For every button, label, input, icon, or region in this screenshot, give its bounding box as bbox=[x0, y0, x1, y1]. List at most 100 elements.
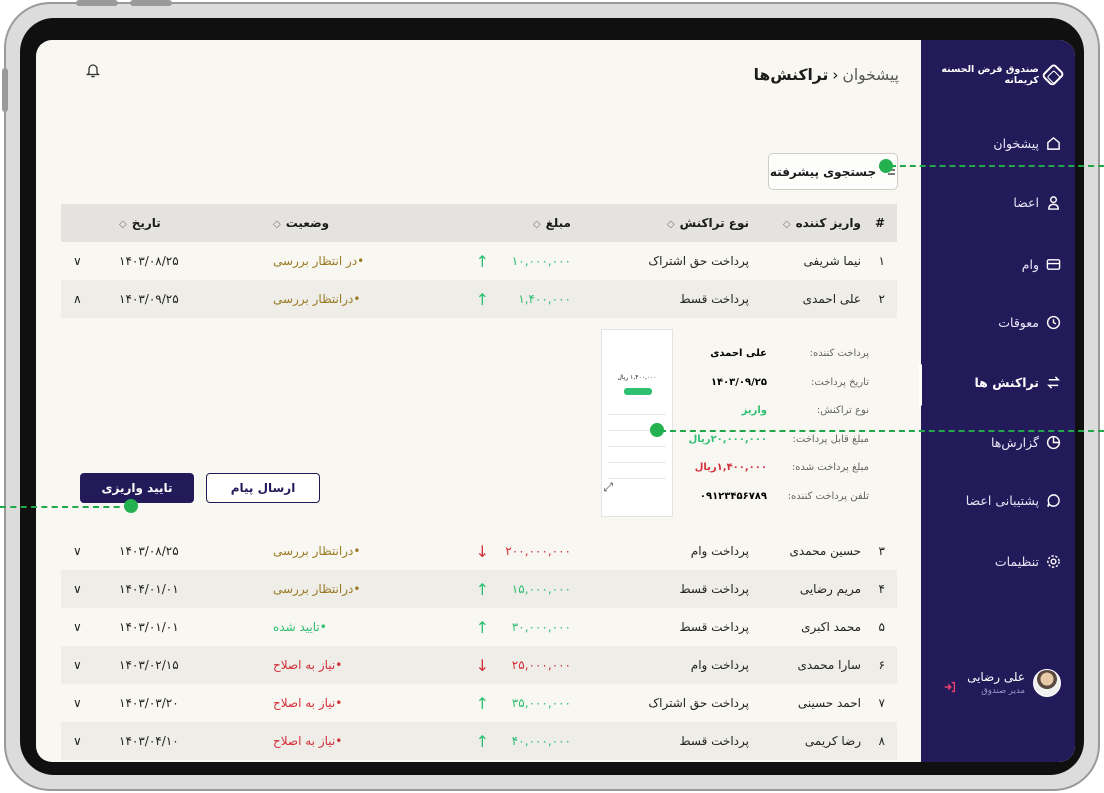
cell-date: ۱۴۰۳/۰۲/۱۵ bbox=[119, 658, 179, 672]
header-label: تاریخ bbox=[131, 216, 161, 230]
annotation-dot bbox=[879, 159, 893, 173]
cell-type: پرداخت قسط bbox=[679, 582, 750, 596]
cell-payer: مریم رضایی bbox=[799, 582, 861, 596]
annotation-dot bbox=[124, 499, 138, 513]
table-row[interactable]: ۴ مریم رضایی پرداخت قسط ۱۵,۰۰۰,۰۰۰ ↑ •در… bbox=[61, 570, 897, 608]
receipt-divider bbox=[608, 414, 666, 415]
cell-amount: ۳۵,۰۰۰,۰۰۰ bbox=[511, 696, 571, 710]
table-row[interactable]: ۱ نیما شریفی پرداخت حق اشتراک ۱۰,۰۰۰,۰۰۰… bbox=[61, 242, 897, 280]
chevron-down-icon[interactable]: ∨ bbox=[61, 582, 107, 596]
sidebar-item-support[interactable]: پشتیبانی اعضا bbox=[966, 492, 1061, 508]
sidebar-item-settings[interactable]: تنظیمات bbox=[995, 553, 1061, 569]
detail-payer: علی احمدی bbox=[710, 348, 767, 359]
cell-amount: ۱,۴۰۰,۰۰۰ bbox=[518, 292, 571, 306]
cell-amount: ۱۰,۰۰۰,۰۰۰ bbox=[511, 254, 571, 268]
sidebar-item-label: معوقات bbox=[998, 314, 1039, 330]
header-type[interactable]: نوع تراکنش ◇ bbox=[571, 216, 749, 230]
cell-type: پرداخت حق اشتراک bbox=[648, 254, 749, 268]
clock-icon bbox=[1045, 314, 1061, 330]
sidebar-item-members[interactable]: اعضا bbox=[1013, 194, 1061, 210]
cell-num: ۷ bbox=[878, 696, 885, 710]
sidebar-item-overdue[interactable]: معوقات bbox=[998, 314, 1061, 330]
sort-icon: ◇ bbox=[119, 219, 127, 230]
sidebar-item-loans[interactable]: وام bbox=[1022, 256, 1061, 272]
confirm-deposit-button[interactable]: تایید واریزی bbox=[80, 473, 194, 503]
header-payer[interactable]: واریز کننده ◇ bbox=[749, 216, 869, 230]
table-header: # واریز کننده◇ نوع تراکنش◇ مبلغ◇ وضعیت◇ … bbox=[61, 204, 897, 242]
status-badge: •درانتظار بررسی bbox=[273, 292, 361, 306]
cell-num: ۳ bbox=[878, 544, 885, 558]
cell-amount: ۴۰,۰۰۰,۰۰۰ bbox=[511, 734, 571, 748]
pie-chart-icon bbox=[1045, 434, 1061, 450]
sidebar-item-label: پشتیبانی اعضا bbox=[965, 492, 1039, 508]
table-row[interactable]: ۸ رضا کریمی پرداخت قسط ۴۰,۰۰۰,۰۰۰ ↑ •نیا… bbox=[61, 722, 897, 760]
chevron-down-icon[interactable]: ∨ bbox=[61, 658, 107, 672]
cell-date: ۱۴۰۳/۰۴/۱۰ bbox=[119, 734, 179, 748]
cell-date: ۱۴۰۳/۰۹/۲۵ bbox=[119, 292, 179, 306]
transfer-icon bbox=[1045, 374, 1061, 390]
page-title: تراکنش‌ها bbox=[753, 66, 829, 84]
home-icon bbox=[1045, 135, 1061, 151]
table-row[interactable]: ۷ احمد حسینی پرداخت حق اشتراک ۳۵,۰۰۰,۰۰۰… bbox=[61, 684, 897, 722]
cell-date: ۱۴۰۳/۰۸/۲۵ bbox=[119, 254, 179, 268]
arrow-up-icon: ↑ bbox=[475, 731, 489, 751]
detail-label: تاریخ پرداخت: bbox=[811, 376, 869, 388]
chevron-down-icon[interactable]: ∨ bbox=[61, 620, 107, 634]
cell-amount: ۲۵,۰۰۰,۰۰۰ bbox=[511, 658, 571, 672]
cell-date: ۱۴۰۳/۰۳/۲۰ bbox=[119, 696, 179, 710]
bell-icon[interactable] bbox=[85, 62, 101, 78]
table-row[interactable]: ۲ علی احمدی پرداخت قسط ۱,۴۰۰,۰۰۰ ↑ •دران… bbox=[61, 280, 897, 318]
expand-icon[interactable]: ⤢ bbox=[603, 480, 613, 495]
advanced-search-button[interactable]: جستجوی پیشرفته bbox=[768, 153, 898, 190]
sidebar-item-label: تنظیمات bbox=[994, 553, 1039, 569]
send-message-button[interactable]: ارسال پیام bbox=[206, 473, 320, 503]
sidebar-item-label: پیشخوان bbox=[993, 135, 1039, 151]
receipt-divider bbox=[608, 462, 666, 463]
cell-date: ۱۴۰۳/۰۸/۲۵ bbox=[119, 544, 179, 558]
cell-type: پرداخت قسط bbox=[679, 734, 750, 748]
status-badge: •نیاز به اصلاح bbox=[273, 658, 343, 672]
breadcrumb-parent[interactable]: پیشخوان bbox=[842, 66, 899, 84]
receipt-amount: ۱,۴۰۰,۰۰۰ ریال bbox=[617, 374, 657, 381]
cell-payer: نیما شریفی bbox=[803, 254, 861, 268]
table-row[interactable]: ۳ حسین محمدی پرداخت وام ۲۰۰,۰۰۰,۰۰۰ ↓ •د… bbox=[61, 532, 897, 570]
arrow-up-icon: ↑ bbox=[475, 289, 489, 309]
receipt-status-pill bbox=[624, 388, 652, 395]
detail-values: علی احمدی ۱۴۰۳/۰۹/۲۵ واریز ۲۰,۰۰۰,۰۰۰ریا… bbox=[667, 340, 767, 511]
table-row[interactable]: ۵ محمد اکبری پرداخت قسط ۳۰,۰۰۰,۰۰۰ ↑ •تا… bbox=[61, 608, 897, 646]
chevron-down-icon[interactable]: ∨ bbox=[61, 544, 107, 558]
chevron-up-icon[interactable]: ∧ bbox=[61, 292, 107, 306]
cell-num: ۴ bbox=[878, 582, 885, 596]
receipt-divider bbox=[608, 478, 666, 479]
sidebar-item-reports[interactable]: گزارش‌ها bbox=[991, 434, 1061, 450]
header-status[interactable]: وضعیت ◇ bbox=[273, 216, 427, 230]
app-logo: صندوق قرض الحسنه کریمانه bbox=[921, 62, 1065, 88]
cell-num: ۸ bbox=[878, 734, 885, 748]
sidebar-item-transactions[interactable]: تراکنش ها bbox=[974, 374, 1061, 390]
user-profile[interactable]: علی رضایی مدیر صندوق bbox=[967, 669, 1061, 697]
app-name: صندوق قرض الحسنه کریمانه bbox=[941, 64, 1039, 86]
chevron-down-icon[interactable]: ∨ bbox=[61, 254, 107, 268]
annotation-line bbox=[890, 165, 1104, 167]
cell-num: ۶ bbox=[878, 658, 885, 672]
table-row[interactable]: ۶ سارا محمدی پرداخت وام ۲۵,۰۰۰,۰۰۰ ↓ •نی… bbox=[61, 646, 897, 684]
arrow-down-icon: ↓ bbox=[475, 655, 489, 675]
sidebar-item-label: اعضا bbox=[1013, 194, 1039, 210]
user-icon bbox=[1045, 194, 1061, 210]
cell-payer: احمد حسینی bbox=[797, 696, 861, 710]
logout-icon[interactable] bbox=[943, 680, 957, 698]
cell-payer: سارا محمدی bbox=[797, 658, 861, 672]
cell-date: ۱۴۰۴/۰۱/۰۱ bbox=[119, 582, 179, 596]
header-amount[interactable]: مبلغ ◇ bbox=[489, 216, 571, 230]
receipt-divider bbox=[608, 446, 666, 447]
cell-num: ۱ bbox=[878, 254, 885, 268]
chevron-down-icon[interactable]: ∨ bbox=[61, 734, 107, 748]
sidebar: صندوق قرض الحسنه کریمانه پیشخوان اعضا وا… bbox=[919, 40, 1075, 762]
status-badge: •در انتظار بررسی bbox=[273, 254, 365, 268]
header-date[interactable]: تاریخ ◇ bbox=[107, 216, 273, 230]
sidebar-item-label: تراکنش ها bbox=[974, 374, 1039, 390]
profile-role: مدیر صندوق bbox=[981, 686, 1025, 696]
chevron-down-icon[interactable]: ∨ bbox=[61, 696, 107, 710]
sidebar-item-dashboard[interactable]: پیشخوان bbox=[993, 135, 1061, 151]
annotation-line bbox=[0, 506, 130, 508]
